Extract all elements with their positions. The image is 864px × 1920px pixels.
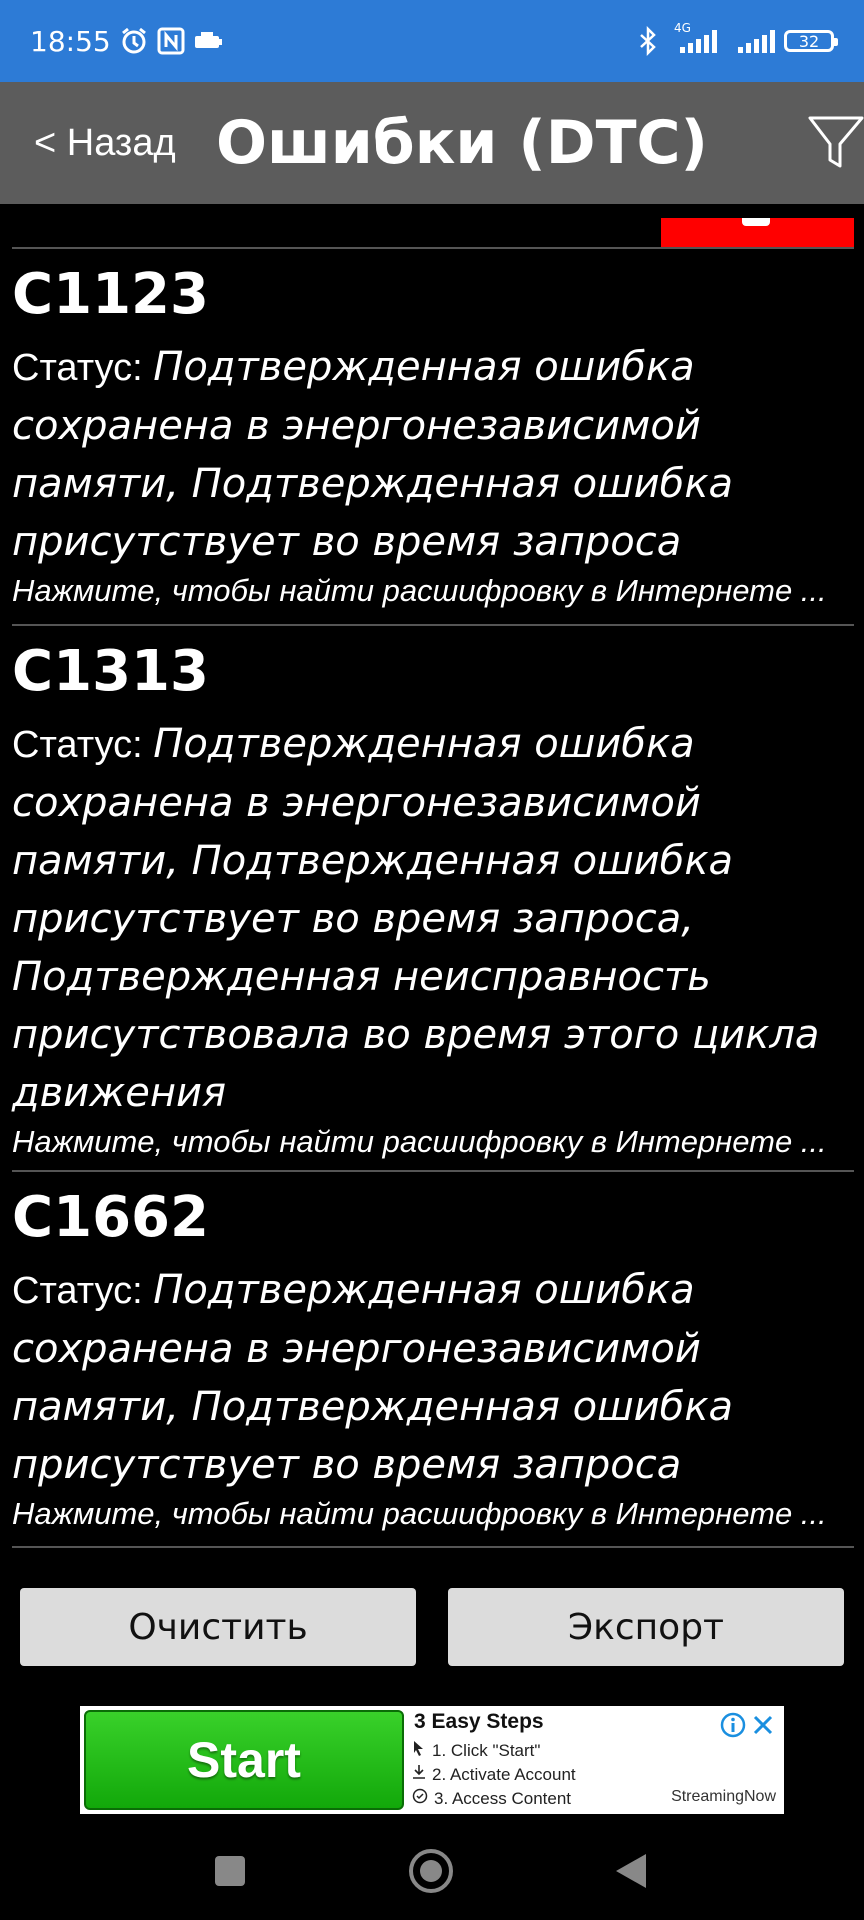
ad-step: 1. Click "Start" [412,1740,540,1761]
search-hint-link[interactable]: Нажмите, чтобы найти расшифровку в Интер… [12,1122,854,1162]
search-hint-link[interactable]: Нажмите, чтобы найти расшифровку в Интер… [12,571,854,611]
list-item-dtc[interactable]: C1313 Статус: Подтвержденная ошибка сохр… [12,635,854,1162]
info-icon[interactable] [720,1712,746,1743]
close-icon[interactable] [750,1712,776,1743]
check-circle-icon [412,1788,428,1809]
status-label: Статус: [12,1270,154,1312]
divider [12,1546,854,1548]
ad-start-button[interactable]: Start [84,1710,404,1810]
bluetooth-icon [638,26,658,56]
dtc-code: C1123 [12,262,209,327]
signal-icon-2 [736,27,776,55]
dtc-status: Статус: Подтвержденная ошибка сохранена … [12,715,854,1122]
export-button[interactable]: Экспорт [448,1588,844,1666]
status-text: Подтвержденная ошибка сохранена в энерго… [12,721,820,1116]
divider [12,1170,854,1172]
ad-title: 3 Easy Steps [414,1710,544,1733]
ad-step-text: 1. Click "Start" [432,1740,541,1760]
filter-icon[interactable] [806,112,864,172]
list-item-dtc[interactable]: C1123 Статус: Подтвержденная ошибка сохр… [12,258,854,611]
dtc-code: C1662 [12,1185,209,1250]
download-icon [412,1764,426,1785]
network-type: 4G [674,21,691,35]
home-icon[interactable] [408,1848,454,1899]
dtc-status: Статус: Подтвержденная ошибка сохранена … [12,338,854,571]
dtc-status: Статус: Подтвержденная ошибка сохранена … [12,1261,854,1494]
back-nav-icon[interactable] [614,1852,648,1895]
ad-step-text: 3. Access Content [434,1788,572,1808]
alarm-icon [119,26,149,56]
divider [12,624,854,626]
status-label: Статус: [12,347,154,389]
dtc-code: C1313 [12,639,209,704]
ad-step: 3. Access Content [412,1788,571,1809]
divider [12,247,854,249]
nfc-icon [157,27,185,55]
clear-button[interactable]: Очистить [20,1588,416,1666]
list-item-dtc[interactable]: C1662 Статус: Подтвержденная ошибка сохр… [12,1181,854,1534]
status-bar: 18:55 4G 32 [0,0,864,82]
ad-step-text: 2. Activate Account [432,1764,576,1784]
status-label: Статус: [12,724,154,766]
ad-banner[interactable]: Start 3 Easy Steps 1. Click "Start" 2. A… [80,1706,784,1814]
recent-apps-icon[interactable] [213,1854,247,1893]
ad-step: 2. Activate Account [412,1764,576,1785]
search-hint-link[interactable]: Нажмите, чтобы найти расшифровку в Интер… [12,1494,854,1534]
battery-level: 32 [798,31,820,51]
ad-brand: StreamingNow [671,1788,776,1805]
car-icon [193,30,223,52]
battery-icon: 32 [784,30,838,52]
status-time: 18:55 [30,24,111,58]
cursor-icon [412,1740,426,1761]
page-title: Ошибки (DTC) [216,108,708,178]
red-indicator-knob [742,218,770,226]
signal-icon: 4G [674,21,720,55]
system-nav-bar [0,1822,864,1920]
app-header: < Назад Ошибки (DTC) [0,82,864,204]
